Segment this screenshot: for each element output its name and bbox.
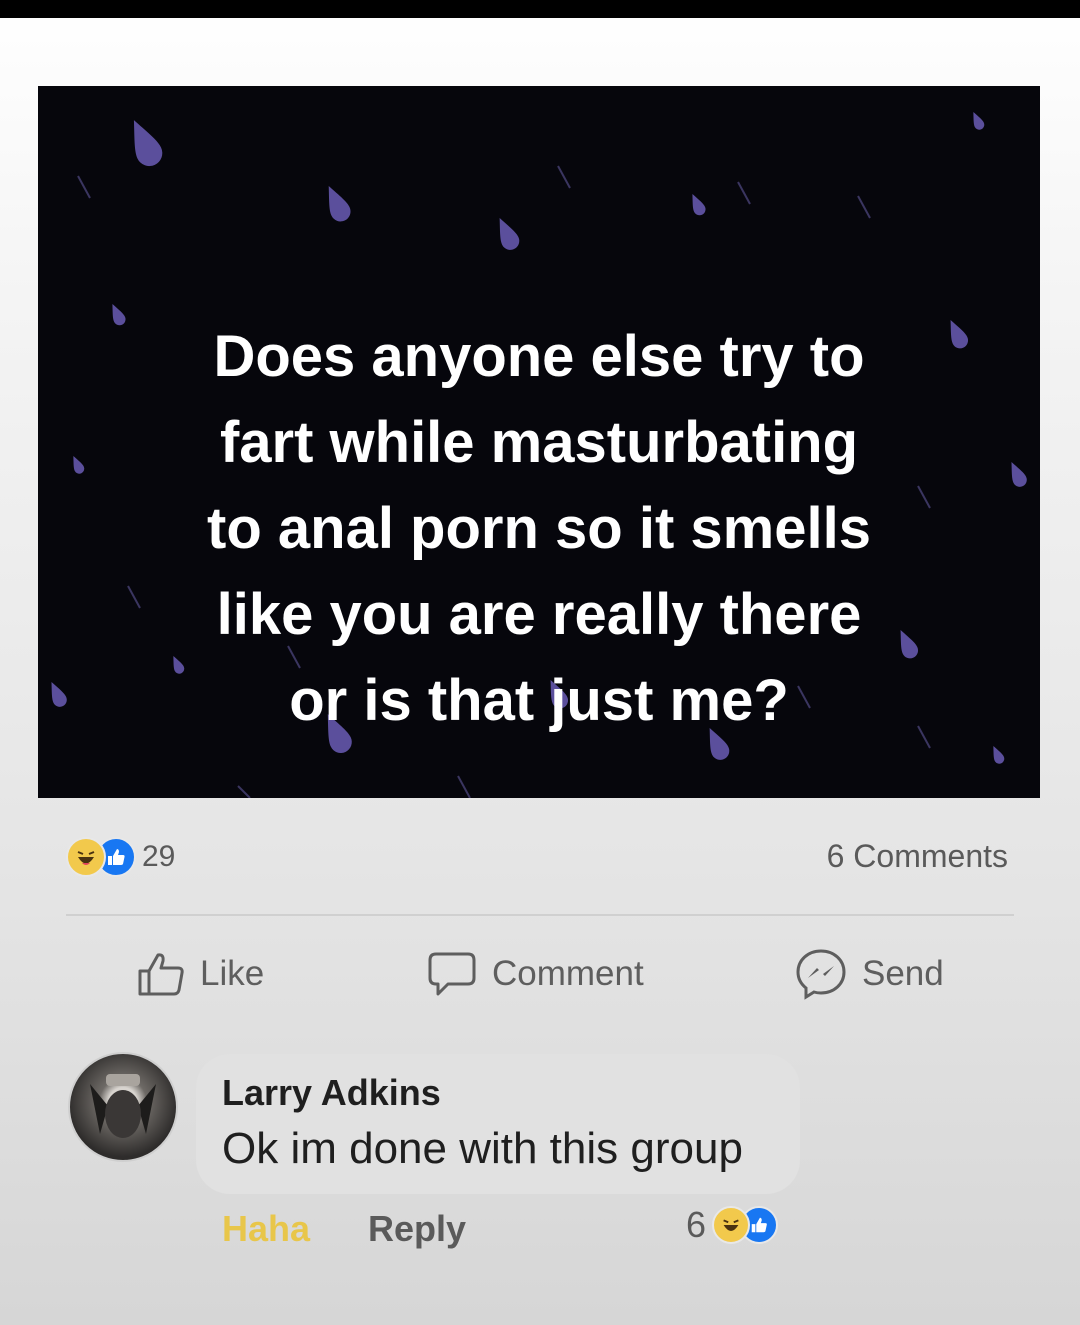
send-button-label: Send [862, 954, 944, 993]
haha-reaction-icon [66, 837, 106, 877]
comment-bubble: Larry Adkins Ok im done with this group [196, 1054, 800, 1194]
divider [66, 914, 1014, 916]
speech-bubble-icon [428, 952, 476, 996]
thumbs-up-icon [138, 953, 184, 996]
comment-reply-link[interactable]: Reply [368, 1208, 466, 1250]
like-button-label: Like [200, 954, 265, 993]
post-image[interactable]: Does anyone else try to fart while mastu… [38, 86, 1040, 798]
comment-reaction-count: 6 [686, 1204, 707, 1245]
reaction-count: 29 [142, 840, 176, 873]
comment-reactions[interactable]: 6 [686, 1204, 779, 1246]
comment-button-label: Comment [492, 954, 644, 993]
send-button[interactable]: Send [794, 946, 944, 1002]
messenger-icon [796, 949, 846, 1000]
comment-button[interactable]: Comment [426, 946, 644, 1002]
like-button[interactable]: Like [136, 946, 264, 1002]
avatar[interactable] [68, 1052, 178, 1162]
haha-reaction-icon [712, 1206, 751, 1244]
post-image-text: Does anyone else try to fart while mastu… [207, 324, 871, 733]
comment-author[interactable]: Larry Adkins [222, 1072, 441, 1114]
status-bar [0, 0, 1080, 18]
post-reactions[interactable]: 29 [66, 835, 175, 879]
comments-count-link[interactable]: 6 Comments [827, 838, 1008, 875]
comment-haha-link[interactable]: Haha [222, 1208, 310, 1250]
comment-text: Ok im done with this group [222, 1124, 743, 1173]
